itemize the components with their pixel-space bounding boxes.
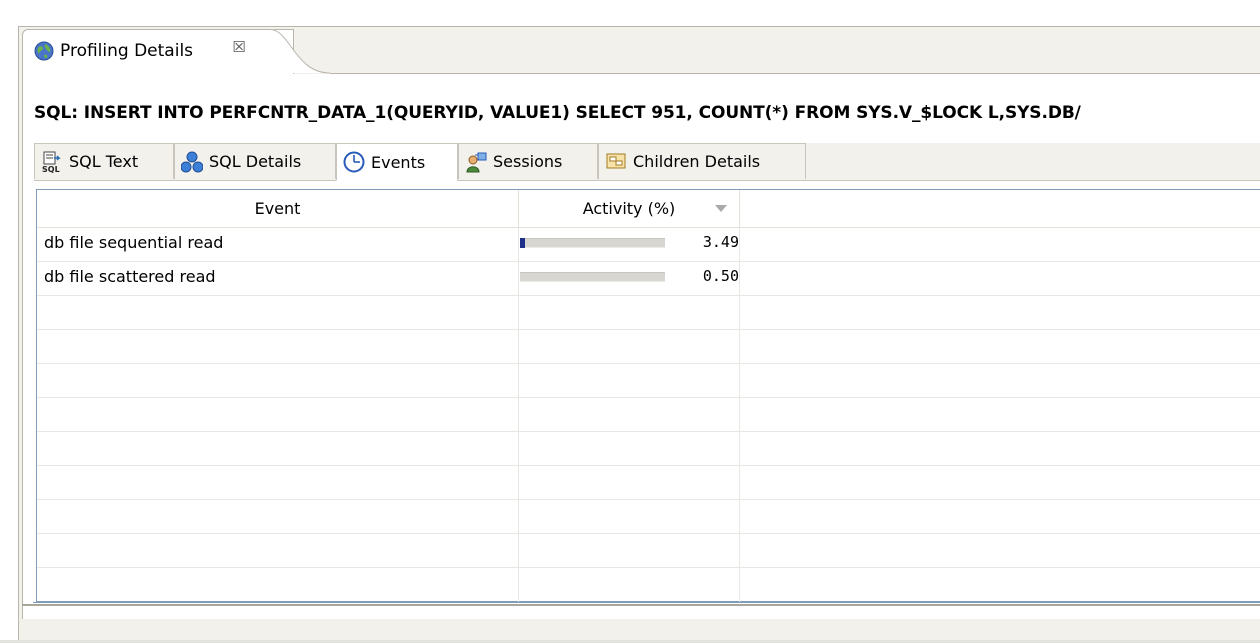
column-header-label: Activity (%) (582, 199, 676, 218)
tab-bar-divider (34, 180, 1260, 181)
column-header-activity[interactable]: Activity (%) (519, 190, 740, 228)
tab-label: Events (371, 152, 426, 172)
panel-bottom-border (22, 604, 1260, 606)
view-tab-title: Profiling Details (60, 41, 194, 61)
tab-label: Children Details (633, 152, 761, 171)
empty-row (37, 364, 1260, 398)
tab-children-details[interactable]: Children Details (598, 143, 806, 179)
children-details-icon (605, 151, 627, 173)
activity-bar (520, 238, 665, 248)
clock-icon (343, 151, 365, 173)
empty-row (37, 466, 1260, 500)
table-row[interactable]: db file scattered read 0.50 (37, 262, 1260, 296)
empty-row (37, 330, 1260, 364)
view-border (18, 26, 19, 643)
empty-row (37, 398, 1260, 432)
tab-sessions[interactable]: Sessions (458, 143, 598, 179)
events-table: Event Activity (%) db file sequential re… (36, 189, 1260, 603)
event-name: db file scattered read (44, 267, 216, 286)
empty-row (37, 568, 1260, 602)
empty-row (37, 500, 1260, 534)
table-row[interactable]: db file sequential read 3.49 (37, 228, 1260, 262)
tab-label: Sessions (493, 152, 563, 171)
empty-row (37, 534, 1260, 568)
sql-details-icon (180, 151, 204, 173)
sql-text-icon: SQL (41, 151, 63, 174)
table-bottom-border (33, 602, 1260, 603)
sessions-icon (465, 151, 487, 173)
view-border (18, 26, 1260, 27)
empty-row (37, 296, 1260, 330)
activity-bar (520, 272, 665, 282)
event-name: db file sequential read (44, 233, 224, 252)
globe-icon (34, 41, 54, 61)
view-tab-curve (260, 29, 330, 74)
tab-label: SQL Details (209, 152, 302, 171)
empty-row (37, 432, 1260, 466)
activity-bar-fill (520, 238, 525, 248)
activity-value: 3.49 (702, 233, 739, 251)
column-header-filler (740, 190, 1260, 228)
svg-text:SQL: SQL (42, 165, 60, 173)
tab-sql-text[interactable]: SQL SQL Text (34, 143, 174, 179)
column-header-event[interactable]: Event (37, 190, 519, 228)
tab-sql-details[interactable]: SQL Details (174, 143, 336, 179)
column-header-label: Event (254, 199, 301, 218)
details-tab-bar: SQL SQL Text SQL Details Events Sessions… (34, 143, 1260, 181)
sql-statement-title: SQL: INSERT INTO PERFCNTR_DATA_1(QUERYID… (34, 103, 1081, 123)
close-icon[interactable]: ☒ (230, 38, 248, 56)
tab-events[interactable]: Events (336, 143, 458, 181)
tab-label: SQL Text (69, 152, 139, 171)
activity-value: 0.50 (702, 267, 739, 285)
sort-descending-icon (715, 205, 727, 212)
